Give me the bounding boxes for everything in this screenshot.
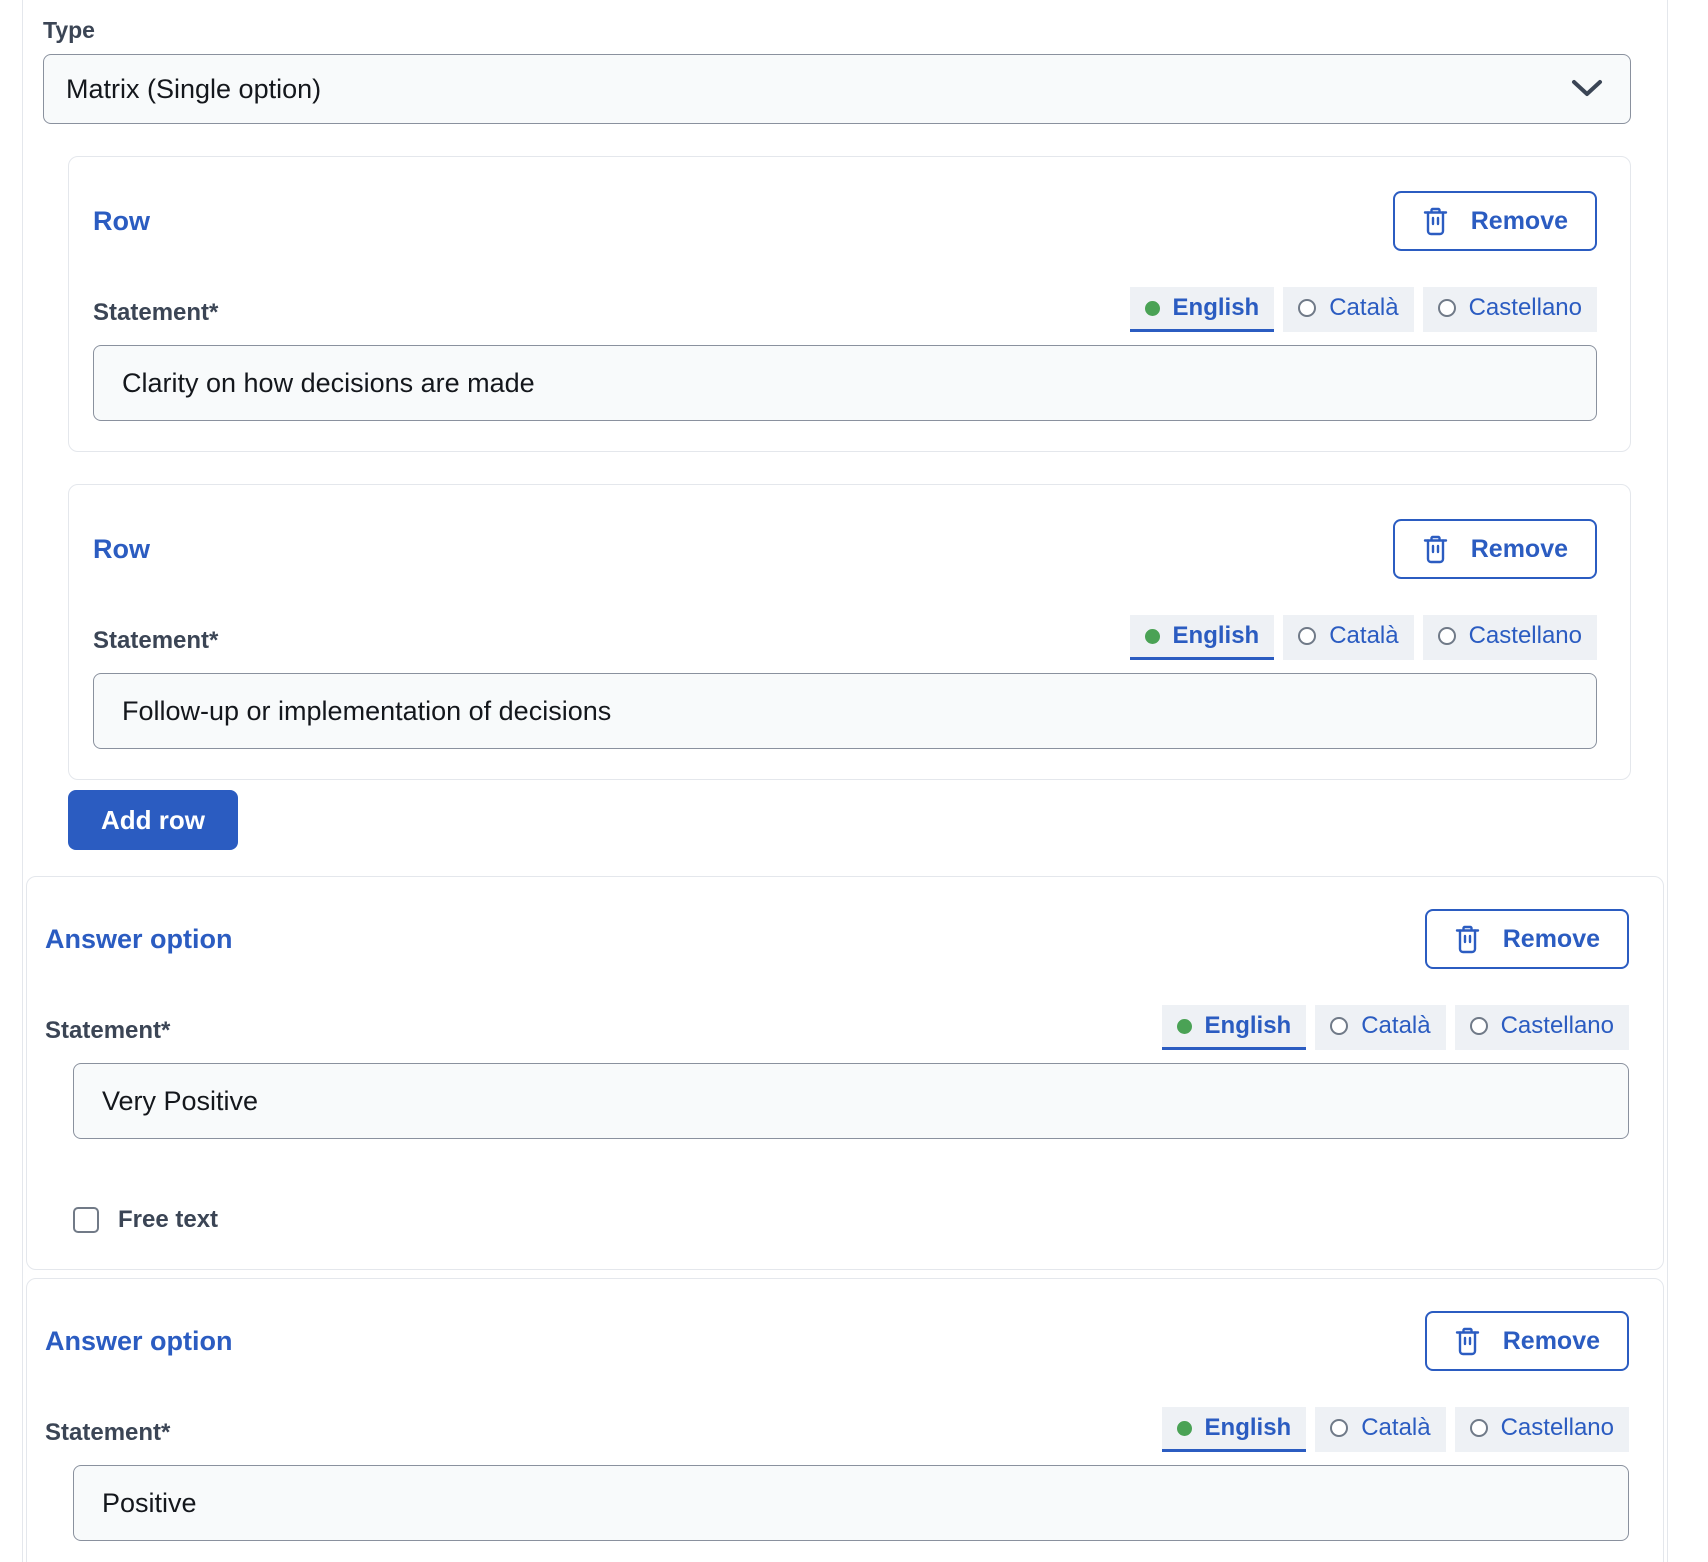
- row-card-header: Row Remove: [93, 191, 1597, 251]
- statement-header-row: Statement* English Català Castellano: [93, 287, 1597, 332]
- row-card: Row Remove Statement* English: [68, 156, 1631, 452]
- lang-chip-label: English: [1173, 293, 1260, 323]
- row-statement-input[interactable]: [93, 345, 1597, 421]
- remove-answer-option-button[interactable]: Remove: [1425, 909, 1629, 969]
- lang-chip-catala[interactable]: Català: [1315, 1407, 1445, 1452]
- radio-circle-icon: [1330, 1419, 1348, 1437]
- answer-option-card: Answer option Remove Statement* English: [26, 1278, 1664, 1562]
- lang-chip-label: English: [1205, 1413, 1292, 1443]
- trash-icon: [1454, 925, 1481, 954]
- statement-header-row: Statement* English Català Castellano: [45, 1005, 1629, 1050]
- answer-option-statement-input[interactable]: [73, 1063, 1629, 1139]
- lang-chip-english[interactable]: English: [1130, 287, 1275, 332]
- answer-option-heading: Answer option: [45, 1325, 233, 1357]
- radio-circle-icon: [1438, 627, 1456, 645]
- answer-option-heading: Answer option: [45, 923, 233, 955]
- answer-option-body: Free text: [73, 1063, 1629, 1235]
- row-card-header: Row Remove: [93, 519, 1597, 579]
- selected-dot-icon: [1177, 1421, 1192, 1436]
- lang-chip-english[interactable]: English: [1162, 1407, 1307, 1452]
- lang-chip-catala[interactable]: Català: [1315, 1005, 1445, 1050]
- statement-label: Statement*: [93, 626, 218, 660]
- statement-label: Statement*: [45, 1418, 170, 1452]
- selected-dot-icon: [1177, 1019, 1192, 1034]
- lang-chip-catala[interactable]: Català: [1283, 287, 1413, 332]
- lang-chip-label: Castellano: [1501, 1413, 1614, 1443]
- chevron-down-icon: [1570, 78, 1604, 100]
- language-switcher: English Català Castellano: [1130, 287, 1597, 332]
- trash-icon: [1454, 1327, 1481, 1356]
- type-label: Type: [43, 16, 1631, 44]
- row-statement-input[interactable]: [93, 673, 1597, 749]
- statement-header-row: Statement* English Català Castellano: [45, 1407, 1629, 1452]
- lang-chip-label: Castellano: [1501, 1011, 1614, 1041]
- remove-row-button[interactable]: Remove: [1393, 519, 1597, 579]
- radio-circle-icon: [1470, 1419, 1488, 1437]
- lang-chip-label: Català: [1329, 621, 1398, 651]
- trash-icon: [1422, 207, 1449, 236]
- question-settings-section: Type Matrix (Single option) Row Remove: [23, 0, 1667, 876]
- remove-row-button[interactable]: Remove: [1393, 191, 1597, 251]
- trash-icon: [1422, 535, 1449, 564]
- lang-chip-label: English: [1205, 1011, 1292, 1041]
- remove-button-label: Remove: [1503, 1326, 1600, 1356]
- lang-chip-label: Castellano: [1469, 293, 1582, 323]
- lang-chip-label: English: [1173, 621, 1260, 651]
- statement-header-row: Statement* English Català Castellano: [93, 615, 1597, 660]
- selected-dot-icon: [1145, 301, 1160, 316]
- free-text-label: Free text: [118, 1205, 218, 1235]
- radio-circle-icon: [1330, 1017, 1348, 1035]
- lang-chip-label: Castellano: [1469, 621, 1582, 651]
- free-text-checkbox[interactable]: [73, 1207, 99, 1233]
- row-heading: Row: [93, 533, 150, 565]
- answer-option-card: Answer option Remove Statement* English: [26, 876, 1664, 1270]
- language-switcher: English Català Castellano: [1162, 1005, 1629, 1050]
- remove-button-label: Remove: [1503, 924, 1600, 954]
- lang-chip-castellano[interactable]: Castellano: [1455, 1407, 1629, 1452]
- lang-chip-castellano[interactable]: Castellano: [1455, 1005, 1629, 1050]
- language-switcher: English Català Castellano: [1130, 615, 1597, 660]
- lang-chip-castellano[interactable]: Castellano: [1423, 615, 1597, 660]
- answer-option-card-header: Answer option Remove: [45, 909, 1629, 969]
- add-row-button[interactable]: Add row: [68, 790, 238, 850]
- free-text-option: Free text: [73, 1205, 1629, 1235]
- row-heading: Row: [93, 205, 150, 237]
- type-select[interactable]: Matrix (Single option): [43, 54, 1631, 124]
- answer-option-body: [73, 1465, 1629, 1541]
- type-select-value: Matrix (Single option): [66, 74, 321, 105]
- lang-chip-label: Català: [1361, 1413, 1430, 1443]
- statement-label: Statement*: [45, 1016, 170, 1050]
- statement-label: Statement*: [93, 298, 218, 332]
- lang-chip-english[interactable]: English: [1130, 615, 1275, 660]
- answer-option-statement-input[interactable]: [73, 1465, 1629, 1541]
- lang-chip-english[interactable]: English: [1162, 1005, 1307, 1050]
- radio-circle-icon: [1298, 627, 1316, 645]
- lang-chip-castellano[interactable]: Castellano: [1423, 287, 1597, 332]
- radio-circle-icon: [1470, 1017, 1488, 1035]
- lang-chip-label: Català: [1329, 293, 1398, 323]
- question-editor-panel: Type Matrix (Single option) Row Remove: [22, 0, 1668, 1562]
- lang-chip-label: Català: [1361, 1011, 1430, 1041]
- row-card: Row Remove Statement* English: [68, 484, 1631, 780]
- remove-button-label: Remove: [1471, 206, 1568, 236]
- lang-chip-catala[interactable]: Català: [1283, 615, 1413, 660]
- radio-circle-icon: [1298, 299, 1316, 317]
- radio-circle-icon: [1438, 299, 1456, 317]
- remove-answer-option-button[interactable]: Remove: [1425, 1311, 1629, 1371]
- remove-button-label: Remove: [1471, 534, 1568, 564]
- answer-option-card-header: Answer option Remove: [45, 1311, 1629, 1371]
- language-switcher: English Català Castellano: [1162, 1407, 1629, 1452]
- selected-dot-icon: [1145, 629, 1160, 644]
